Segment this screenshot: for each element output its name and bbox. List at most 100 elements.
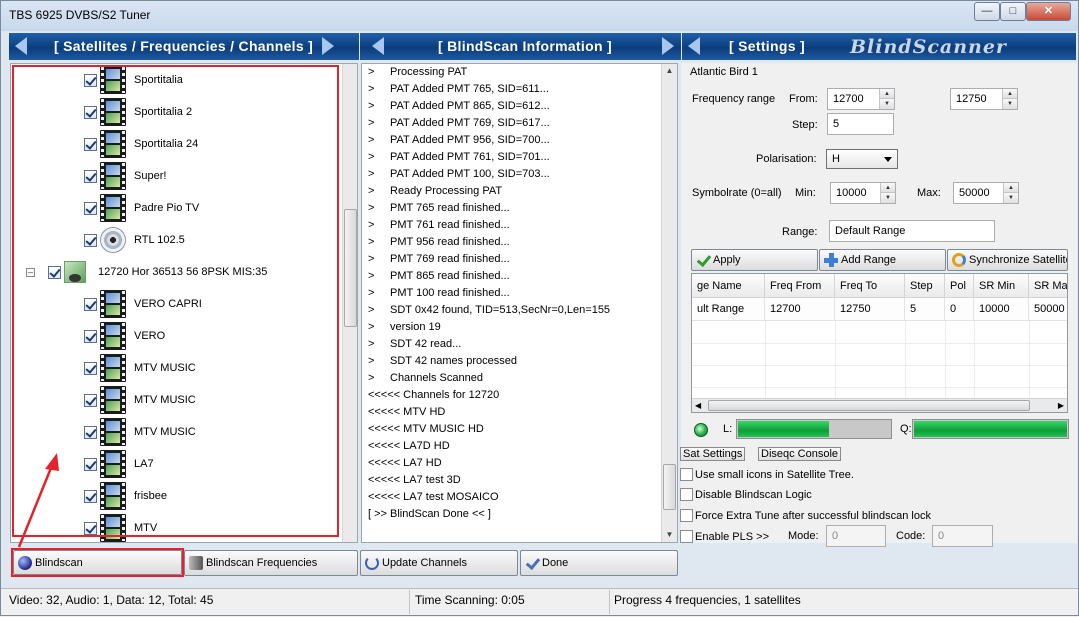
- prev-arrow-icon[interactable]: [372, 37, 384, 55]
- grid-header[interactable]: Step: [905, 274, 945, 298]
- next-arrow-icon[interactable]: [322, 37, 334, 55]
- log-text: PMT 865 read finished...: [390, 270, 510, 282]
- next-arrow-icon[interactable]: [662, 37, 674, 55]
- tree-channel-item[interactable]: Sportitalia 2: [84, 98, 192, 126]
- spin-up-icon[interactable]: ▲: [1003, 89, 1017, 99]
- range-name-field[interactable]: Default Range: [829, 220, 995, 242]
- freq-from-spinner[interactable]: 12700 ▲ ▼: [827, 88, 895, 110]
- channel-checkbox[interactable]: [84, 521, 97, 535]
- log-scroll-thumb[interactable]: [663, 464, 676, 510]
- grid-cell[interactable]: 50000: [1029, 298, 1067, 321]
- disable-blindscan-logic-checkbox[interactable]: Disable Blindscan Logic: [680, 488, 812, 501]
- log-line: > PMT 765 read finished...: [368, 200, 510, 217]
- tree-channel-item[interactable]: MTV: [84, 514, 157, 542]
- enable-pls-checkbox[interactable]: Enable PLS >>: [680, 530, 769, 543]
- scroll-down-icon[interactable]: ▼: [662, 528, 677, 542]
- grid-header[interactable]: ge Name: [692, 274, 765, 298]
- blindscan-frequencies-button[interactable]: Blindscan Frequencies: [184, 550, 358, 576]
- tree-channel-item[interactable]: Sportitalia 24: [84, 130, 198, 158]
- grid-hscrollbar[interactable]: ◀ ▶: [692, 398, 1067, 412]
- spin-down-icon[interactable]: ▼: [1004, 193, 1018, 203]
- grid-scroll-thumb[interactable]: [708, 400, 1030, 411]
- freq-to-spinner[interactable]: 12750 ▲ ▼: [950, 88, 1018, 110]
- tab-sat-settings[interactable]: Sat Settings: [680, 447, 746, 461]
- grid-header[interactable]: SR Max: [1029, 274, 1067, 298]
- scroll-left-icon[interactable]: ◀: [695, 399, 701, 412]
- channel-checkbox[interactable]: [48, 265, 61, 279]
- tree-channel-item[interactable]: VERO: [84, 322, 165, 350]
- prev-arrow-icon[interactable]: [688, 37, 700, 55]
- spin-down-icon[interactable]: ▼: [880, 99, 894, 109]
- pls-code-field[interactable]: 0: [932, 525, 993, 547]
- spin-down-icon[interactable]: ▼: [881, 193, 895, 203]
- grid-cell[interactable]: 0: [945, 298, 974, 321]
- tab-diseqc-console[interactable]: Diseqc Console: [758, 447, 842, 461]
- channel-checkbox[interactable]: [84, 361, 97, 375]
- sr-min-spinner[interactable]: 10000 ▲ ▼: [830, 182, 896, 204]
- apply-button[interactable]: Apply: [691, 249, 818, 271]
- satellite-tree[interactable]: Sportitalia Sportitalia 2 Sportitalia 24 Su…: [10, 63, 358, 543]
- tree-channel-item[interactable]: LA7: [84, 450, 154, 478]
- scroll-up-icon[interactable]: ▲: [662, 64, 677, 78]
- small-icons-checkbox[interactable]: Use small icons in Satellite Tree.: [680, 468, 854, 481]
- force-extra-tune-checkbox[interactable]: Force Extra Tune after successful blinds…: [680, 509, 931, 522]
- channel-checkbox[interactable]: [84, 393, 97, 407]
- tree-channel-item[interactable]: RTL 102.5: [84, 226, 185, 254]
- sr-min-label: Min:: [795, 187, 816, 199]
- grid-cell[interactable]: ult Range: [692, 298, 765, 321]
- tree-channel-item[interactable]: MTV MUSIC: [84, 354, 196, 382]
- scroll-right-icon[interactable]: ▶: [1058, 399, 1064, 412]
- log-text: PMT 765 read finished...: [390, 202, 510, 214]
- tree-scroll-thumb[interactable]: [344, 209, 357, 327]
- update-channels-button[interactable]: Update Channels: [360, 550, 518, 576]
- channel-checkbox[interactable]: [84, 169, 97, 183]
- tree-channel-item[interactable]: frisbee: [84, 482, 167, 510]
- channel-checkbox[interactable]: [84, 201, 97, 215]
- step-field[interactable]: 5: [827, 113, 894, 135]
- code-label: Code:: [896, 530, 926, 542]
- range-grid[interactable]: ge Name Freq From Freq To Step Pol SR Mi…: [691, 273, 1068, 413]
- grid-cell[interactable]: 12700: [765, 298, 835, 321]
- channel-checkbox[interactable]: [84, 233, 97, 247]
- close-button[interactable]: ✕: [1026, 2, 1071, 21]
- grid-cell[interactable]: 5: [905, 298, 945, 321]
- grid-header[interactable]: Freq From: [765, 274, 835, 298]
- tree-channel-item[interactable]: VERO CAPRI: [84, 290, 202, 318]
- polarisation-select[interactable]: H: [826, 149, 898, 169]
- channel-checkbox[interactable]: [84, 425, 97, 439]
- spin-down-icon[interactable]: ▼: [1003, 99, 1017, 109]
- grid-header[interactable]: Freq To: [835, 274, 905, 298]
- pls-mode-field[interactable]: 0: [826, 525, 886, 547]
- channel-checkbox[interactable]: [84, 489, 97, 503]
- blindscan-button[interactable]: Blindscan: [13, 550, 182, 575]
- tree-channel-item[interactable]: Sportitalia: [84, 66, 183, 94]
- channel-checkbox[interactable]: [84, 457, 97, 471]
- prev-arrow-icon[interactable]: [15, 37, 27, 55]
- tree-channel-item[interactable]: MTV MUSIC: [84, 386, 196, 414]
- tree-channel-item[interactable]: Super!: [84, 162, 166, 190]
- maximize-button[interactable]: □: [1000, 2, 1026, 21]
- grid-header[interactable]: SR Min: [974, 274, 1029, 298]
- tree-channel-item[interactable]: MTV MUSIC: [84, 418, 196, 446]
- tree-transponder-node[interactable]: – 12720 Hor 36513 56 8PSK MIS:35: [26, 258, 267, 286]
- minimize-button[interactable]: —: [974, 2, 1000, 21]
- tree-scrollbar[interactable]: [342, 64, 357, 542]
- grid-header[interactable]: Pol: [945, 274, 974, 298]
- channel-checkbox[interactable]: [84, 329, 97, 343]
- spin-up-icon[interactable]: ▲: [1004, 183, 1018, 193]
- channel-checkbox[interactable]: [84, 73, 97, 87]
- collapse-icon[interactable]: –: [26, 267, 35, 277]
- done-button[interactable]: Done: [520, 550, 678, 576]
- sr-max-spinner[interactable]: 50000 ▲ ▼: [953, 182, 1019, 204]
- spin-up-icon[interactable]: ▲: [881, 183, 895, 193]
- tree-channel-item[interactable]: Padre Pio TV: [84, 194, 199, 222]
- channel-checkbox[interactable]: [84, 297, 97, 311]
- synchronize-satellite-button[interactable]: Synchronize Satellite: [947, 249, 1068, 271]
- channel-checkbox[interactable]: [84, 137, 97, 151]
- grid-cell[interactable]: 10000: [974, 298, 1029, 321]
- add-range-button[interactable]: Add Range: [819, 249, 946, 271]
- grid-cell[interactable]: 12750: [835, 298, 905, 321]
- channel-checkbox[interactable]: [84, 105, 97, 119]
- spin-up-icon[interactable]: ▲: [880, 89, 894, 99]
- log-scrollbar[interactable]: ▲ ▼: [661, 64, 677, 542]
